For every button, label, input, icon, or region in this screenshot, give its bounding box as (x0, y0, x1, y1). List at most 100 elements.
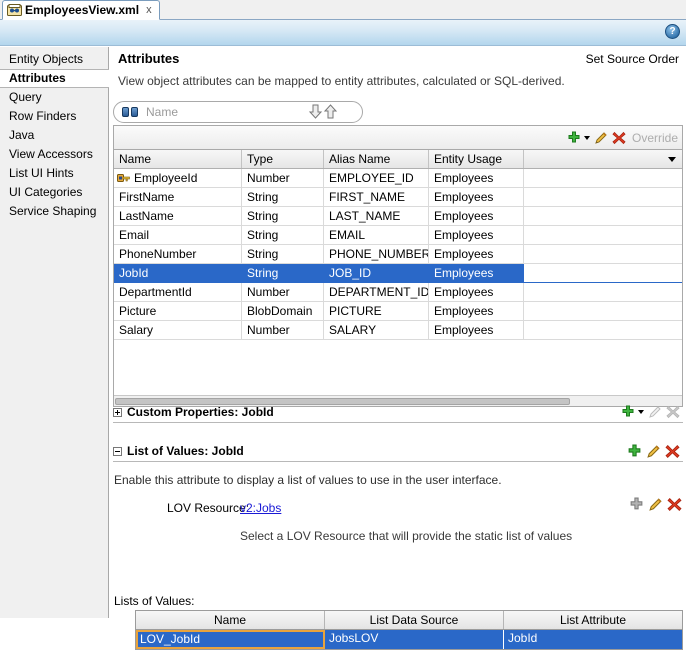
lov-cell-list-data-source[interactable]: JobsLOV (325, 630, 504, 649)
help-question-icon[interactable]: ? (665, 24, 680, 39)
column-header-alias-name[interactable]: Alias Name (324, 150, 429, 168)
cell-extra (524, 321, 682, 340)
lov-cell-list-attribute[interactable]: JobId (504, 630, 682, 649)
cell-usage: Employees (429, 302, 524, 321)
lov-column-header-list-data-source[interactable]: List Data Source (325, 611, 504, 629)
search-input[interactable] (144, 104, 308, 120)
table-row[interactable]: Email String EMAIL Employees (114, 226, 682, 245)
lov-table-row-selected[interactable]: LOV_JobId JobsLOV JobId (136, 630, 682, 649)
primary-key-icon (117, 173, 130, 183)
cell-usage: Employees (429, 226, 524, 245)
cell-extra (524, 283, 682, 302)
table-row[interactable]: LastName String LAST_NAME Employees (114, 207, 682, 226)
cell-usage: Employees (429, 207, 524, 226)
tab-close-icon[interactable]: x (146, 4, 152, 16)
cell-name: Salary (114, 321, 242, 340)
lists-of-values-table[interactable]: Name List Data Source List Attribute LOV… (135, 610, 683, 650)
list-of-values-description: Enable this attribute to display a list … (114, 473, 502, 487)
cell-alias: SALARY (324, 321, 429, 340)
cell-alias: JOB_ID (324, 264, 429, 283)
sidebar-item-ui-categories[interactable]: UI Categories (0, 183, 108, 202)
cell-type: String (242, 226, 324, 245)
cell-extra (524, 188, 682, 207)
set-source-order-link[interactable]: Set Source Order (586, 52, 679, 66)
caret-down-icon[interactable] (583, 135, 590, 140)
cell-type: Number (242, 169, 324, 188)
list-of-values-section-header[interactable]: List of Values: JobId (113, 441, 683, 462)
table-row[interactable]: EmployeeId Number EMPLOYEE_ID Employees (114, 169, 682, 188)
cell-type: Number (242, 283, 324, 302)
table-row[interactable]: Salary Number SALARY Employees (114, 321, 682, 340)
override-label: Override (631, 130, 678, 145)
tab-employeesview-xml[interactable]: EmployeesView.xml x (2, 0, 160, 20)
sidebar-item-service-shaping[interactable]: Service Shaping (0, 202, 108, 221)
lov-table-header-row: Name List Data Source List Attribute (136, 611, 682, 630)
cell-usage: Employees (429, 169, 524, 188)
table-row[interactable]: Picture BlobDomain PICTURE Employees (114, 302, 682, 321)
pencil-icon[interactable] (646, 444, 661, 459)
sidebar-item-list-ui-hints[interactable]: List UI Hints (0, 164, 108, 183)
custom-properties-title: Custom Properties: JobId (127, 405, 274, 419)
green-plus-icon[interactable] (621, 405, 635, 419)
sidebar-item-attributes[interactable]: Attributes (0, 69, 109, 88)
gray-plus-icon[interactable] (629, 497, 644, 512)
cell-extra (524, 169, 682, 188)
pencil-icon[interactable] (648, 497, 663, 512)
cell-name: JobId (114, 264, 242, 283)
red-x-icon[interactable] (665, 444, 680, 459)
page-title: Attributes (118, 51, 180, 66)
pencil-icon[interactable] (594, 131, 608, 145)
lov-cell-name[interactable]: LOV_JobId (136, 630, 325, 649)
cell-alias: EMPLOYEE_ID (324, 169, 429, 188)
green-plus-icon[interactable] (567, 131, 581, 145)
attributes-table[interactable]: Name Type Alias Name Entity Usage Employ… (113, 149, 683, 407)
chevron-down-icon[interactable] (668, 157, 676, 162)
cell-alias: EMAIL (324, 226, 429, 245)
table-row[interactable]: DepartmentId Number DEPARTMENT_ID Employ… (114, 283, 682, 302)
attributes-grid-toolbar: Override (113, 125, 683, 149)
column-header-extra[interactable] (524, 150, 682, 168)
sidebar-item-java[interactable]: Java (0, 126, 108, 145)
table-row-selected[interactable]: JobId String JOB_ID Employees (114, 264, 682, 283)
cell-extra (524, 226, 682, 245)
sidebar-item-entity-objects[interactable]: Entity Objects (0, 50, 108, 69)
lov-resource-actions (625, 497, 682, 512)
caret-down-icon[interactable] (638, 410, 644, 414)
column-header-name[interactable]: Name (114, 150, 242, 168)
arrow-up-icon[interactable] (323, 104, 338, 120)
arrow-down-icon[interactable] (308, 104, 323, 120)
sidebar-item-view-accessors[interactable]: View Accessors (0, 145, 108, 164)
tab-strip: EmployeesView.xml x (0, 0, 686, 20)
cell-type: String (242, 188, 324, 207)
green-plus-icon[interactable] (627, 444, 642, 459)
cell-usage: Employees (429, 264, 524, 283)
cell-name: DepartmentId (114, 283, 242, 302)
list-of-values-title: List of Values: JobId (127, 444, 244, 458)
sidebar-item-query[interactable]: Query (0, 88, 108, 107)
attribute-filter[interactable] (113, 101, 363, 123)
red-x-icon[interactable] (612, 131, 626, 145)
cell-type: String (242, 264, 324, 283)
cell-type: BlobDomain (242, 302, 324, 321)
lov-column-header-name[interactable]: Name (136, 611, 325, 629)
cell-name: Picture (114, 302, 242, 321)
cell-extra (524, 264, 682, 283)
cell-usage: Employees (429, 321, 524, 340)
red-x-icon[interactable] (667, 497, 682, 512)
cell-alias: FIRST_NAME (324, 188, 429, 207)
column-header-type[interactable]: Type (242, 150, 324, 168)
table-row[interactable]: FirstName String FIRST_NAME Employees (114, 188, 682, 207)
sidebar-item-row-finders[interactable]: Row Finders (0, 107, 108, 126)
minus-box-icon[interactable] (113, 446, 122, 456)
cell-extra (524, 207, 682, 226)
custom-properties-section-header[interactable]: Custom Properties: JobId (113, 402, 683, 423)
attributes-panel: Attributes Set Source Order View object … (110, 47, 686, 650)
binoculars-icon (122, 106, 138, 118)
column-header-entity-usage[interactable]: Entity Usage (429, 150, 524, 168)
plus-box-icon[interactable] (113, 407, 122, 417)
cell-name: EmployeeId (134, 171, 198, 185)
xml-file-icon (7, 3, 22, 17)
lov-column-header-list-attribute[interactable]: List Attribute (504, 611, 682, 629)
table-row[interactable]: PhoneNumber String PHONE_NUMBER Employee… (114, 245, 682, 264)
lov-resource-link[interactable]: v2:Jobs (240, 501, 281, 515)
